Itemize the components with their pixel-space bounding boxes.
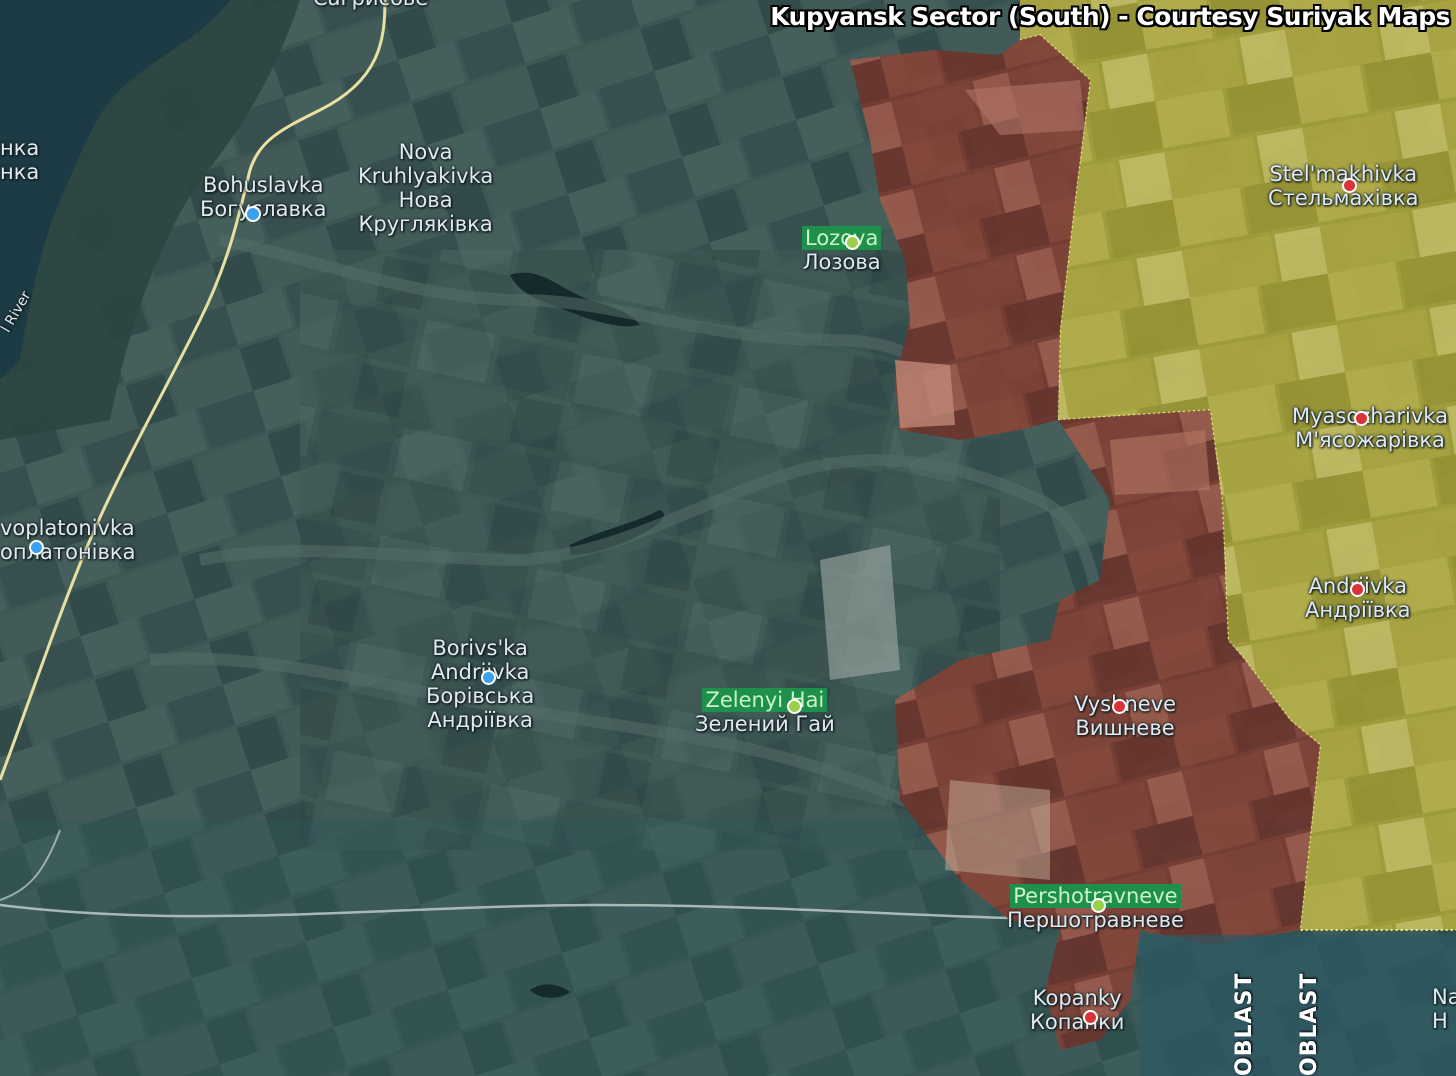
place-top-center: Сагрисове	[313, 0, 428, 10]
place-top-left: нка нка	[0, 136, 40, 184]
marker-stelmakhivka[interactable]	[1342, 178, 1357, 193]
marker-borivska-andriivka[interactable]	[481, 670, 496, 685]
marker-pershotravneve[interactable]	[1091, 898, 1106, 913]
edge-label: Na Н	[1432, 985, 1456, 1033]
map-title: Kupyansk Sector (South) - Courtesy Suriy…	[770, 2, 1450, 31]
marker-andriivka[interactable]	[1350, 582, 1365, 597]
place-borivska-andriivka[interactable]: Borivs'ka Andriivka Борівська Андріївка	[426, 636, 534, 732]
marker-lozova[interactable]	[845, 235, 860, 250]
field-patch-light-2	[945, 780, 1050, 880]
russian-area-light-patch-3	[1110, 430, 1210, 495]
place-bohuslavka[interactable]: Bohuslavka Богуславка	[200, 173, 326, 221]
place-vyshneve[interactable]: Vyshneve Вишневе	[1074, 692, 1176, 740]
place-nova-kruhlyakivka[interactable]: Nova Kruhlyakivka Нова Кругляківка	[358, 140, 493, 236]
field-patch-light	[820, 545, 900, 680]
place-zelenyi-hai[interactable]: Zelenyi Hai Зелений Гай	[695, 688, 835, 736]
place-kopanky[interactable]: Kopanky Копанки	[1030, 986, 1124, 1034]
marker-vyshneve[interactable]	[1112, 699, 1127, 714]
marker-novoplatonivka[interactable]	[29, 540, 44, 555]
satellite-map[interactable]	[0, 0, 1456, 1076]
place-novoplatonivka[interactable]: voplatonivka оплатонівка	[0, 516, 135, 564]
marker-myasozharivka[interactable]	[1354, 411, 1369, 426]
marker-kopanky[interactable]	[1083, 1010, 1098, 1025]
marker-zelenyi-hai[interactable]	[787, 699, 802, 714]
marker-bohuslavka[interactable]	[245, 206, 261, 222]
place-lozova[interactable]: Lozova Лозова	[802, 226, 882, 274]
place-myasozharivka[interactable]: Myasozharivka М'ясожарівка	[1292, 404, 1448, 452]
oblast-label-2: OBLAST	[1297, 972, 1322, 1076]
oblast-label-1: OBLAST	[1232, 972, 1257, 1076]
russian-area-light-patch	[895, 360, 955, 428]
